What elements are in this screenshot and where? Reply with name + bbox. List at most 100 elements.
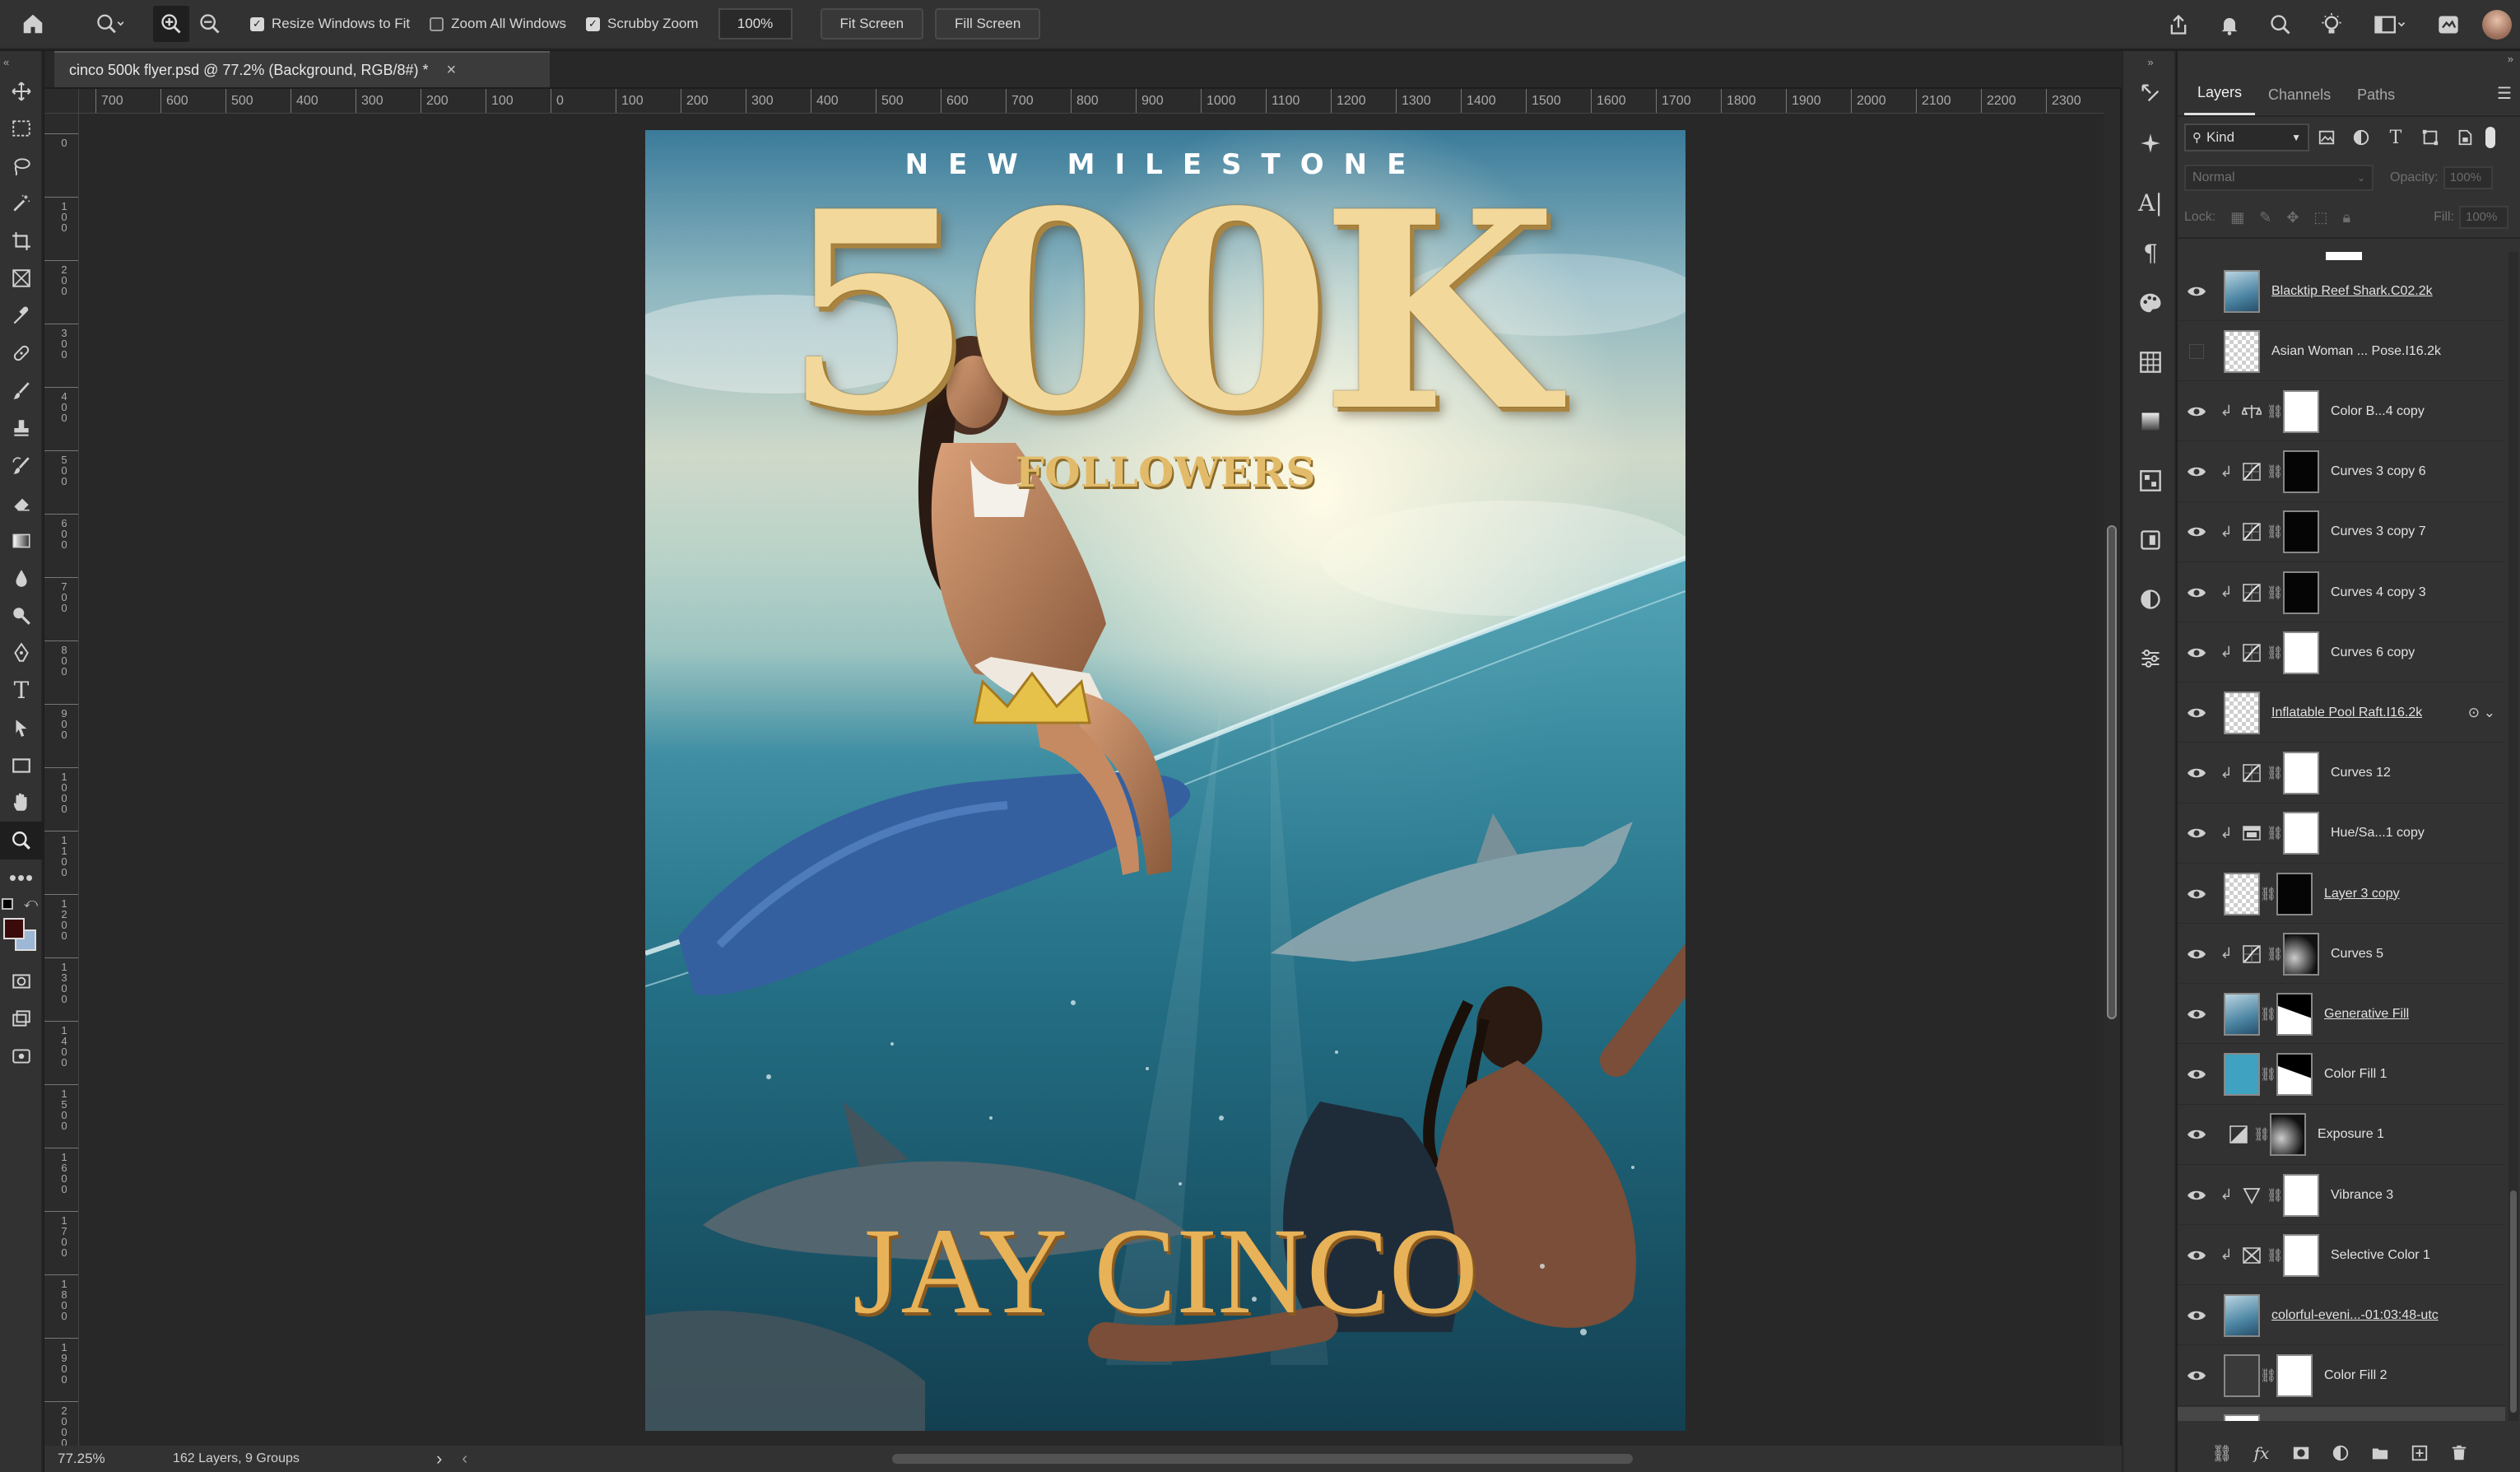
- swap-colors-icon[interactable]: ⤺: [24, 897, 38, 911]
- resize-windows-checkbox[interactable]: ✓ Resize Windows to Fit: [250, 16, 410, 32]
- layer-row[interactable]: ⛓ Color Fill 1: [2178, 1046, 2505, 1105]
- mask-link-icon[interactable]: ⛓: [2253, 1126, 2270, 1143]
- layer-mask-thumbnail[interactable]: [2283, 1173, 2319, 1217]
- marquee-tool-icon[interactable]: [0, 110, 43, 148]
- mask-link-icon[interactable]: ⛓: [2267, 645, 2283, 661]
- eye-icon[interactable]: [2178, 948, 2215, 961]
- zoom-in-icon[interactable]: [153, 6, 189, 42]
- zoom-level[interactable]: 77.25%: [44, 1451, 123, 1467]
- eye-icon[interactable]: [2178, 1369, 2215, 1382]
- mask-link-icon[interactable]: ⛓: [2267, 585, 2283, 601]
- workspace-switcher-icon[interactable]: [2357, 2, 2423, 48]
- libraries-panel-icon[interactable]: [2123, 510, 2178, 570]
- strip-collapse-icon[interactable]: »: [2123, 51, 2178, 72]
- scrubby-zoom-checkbox[interactable]: ✓ Scrubby Zoom: [586, 16, 699, 32]
- mask-link-icon[interactable]: ⛓: [2267, 1187, 2283, 1204]
- notification-bell-icon[interactable]: [2204, 2, 2255, 48]
- layer-row[interactable]: ⛓ Exposure 1: [2178, 1106, 2505, 1165]
- tab-channels[interactable]: Channels: [2255, 86, 2344, 115]
- blur-tool-icon[interactable]: [0, 560, 43, 598]
- search-icon[interactable]: [2255, 2, 2306, 48]
- eye-icon[interactable]: [2178, 1189, 2215, 1202]
- home-icon[interactable]: [10, 1, 56, 47]
- fill-screen-button[interactable]: Fill Screen: [935, 8, 1041, 40]
- properties-sliders-icon[interactable]: [2123, 629, 2178, 688]
- history-panel-icon[interactable]: [2123, 72, 2178, 114]
- layer-name[interactable]: Selective Color 1: [2331, 1248, 2430, 1263]
- eye-icon[interactable]: [2178, 887, 2215, 901]
- layer-thumbnail[interactable]: [2224, 1053, 2260, 1097]
- more-tools-icon[interactable]: •••: [0, 859, 43, 897]
- layers-scrollbar[interactable]: [2508, 252, 2518, 1421]
- new-group-icon[interactable]: [2360, 1444, 2400, 1462]
- eye-icon[interactable]: [2178, 827, 2215, 840]
- layer-row[interactable]: ↲ ⛓ Curves 12: [2178, 744, 2505, 804]
- scroll-left-arrow-icon[interactable]: ‹: [462, 1450, 467, 1469]
- healing-brush-tool-icon[interactable]: [0, 335, 43, 373]
- zoom-percent-field[interactable]: 100%: [718, 8, 793, 40]
- toolbar-collapse-icon[interactable]: «: [0, 51, 43, 72]
- layer-thumbnail[interactable]: [2224, 1354, 2260, 1398]
- character-panel-icon[interactable]: A|: [2123, 173, 2178, 232]
- layer-thumbnail[interactable]: [2224, 269, 2260, 313]
- layer-name[interactable]: Vibrance 3: [2331, 1188, 2393, 1203]
- layer-name[interactable]: Layer 3 copy: [2324, 887, 2400, 901]
- quick-mask-icon[interactable]: [0, 962, 43, 1000]
- layer-name[interactable]: Inflatable Pool Raft.I16.2k: [2271, 706, 2422, 720]
- status-menu-arrow-icon[interactable]: ›: [436, 1448, 442, 1470]
- new-adjustment-icon[interactable]: [2321, 1444, 2360, 1462]
- blend-mode-select[interactable]: Normal ⌄: [2184, 165, 2374, 191]
- lock-artboard-icon[interactable]: ⬚: [2313, 209, 2327, 226]
- layer-mask-thumbnail[interactable]: [2276, 1354, 2313, 1398]
- color-swatches[interactable]: ⤺: [0, 897, 43, 962]
- history-brush-tool-icon[interactable]: [0, 447, 43, 485]
- layer-row[interactable]: ⛓ Color Fill 2: [2178, 1347, 2505, 1406]
- gradients-panel-icon[interactable]: [2123, 392, 2178, 451]
- layer-row[interactable]: ⛓ Generative Fill: [2178, 985, 2505, 1045]
- delete-layer-icon[interactable]: [2439, 1444, 2479, 1462]
- layer-name[interactable]: Hue/Sa...1 copy: [2331, 826, 2425, 841]
- discover-lightbulb-icon[interactable]: [2306, 2, 2357, 48]
- mask-link-icon[interactable]: ⛓: [2267, 825, 2283, 841]
- link-layers-icon[interactable]: ⛓: [2202, 1443, 2242, 1464]
- layer-mask-thumbnail[interactable]: [2276, 1053, 2313, 1097]
- default-colors-icon[interactable]: [2, 898, 13, 910]
- foreground-color[interactable]: [3, 918, 25, 939]
- eye-icon[interactable]: [2178, 465, 2215, 478]
- layer-mask-thumbnail[interactable]: [2283, 812, 2319, 855]
- zoom-tool-preset-icon[interactable]: [81, 1, 138, 47]
- mask-link-icon[interactable]: ⛓: [2267, 524, 2283, 540]
- new-layer-icon[interactable]: [2400, 1444, 2439, 1462]
- eye-icon[interactable]: [2178, 1128, 2215, 1141]
- pen-tool-icon[interactable]: [0, 635, 43, 673]
- layer-name[interactable]: Color Fill 1: [2324, 1067, 2387, 1082]
- layer-name[interactable]: Color B...4 copy: [2331, 404, 2425, 419]
- layer-name[interactable]: colorful-eveni...-01:03:48-utc: [2271, 1308, 2439, 1323]
- flyer-artwork[interactable]: NEW MILESTONE 500K FOLLOWERS JAY CINCO: [645, 130, 1685, 1431]
- filter-shape-icon[interactable]: [2413, 128, 2448, 147]
- screen-mode-icon[interactable]: [0, 1000, 43, 1038]
- eyedropper-tool-icon[interactable]: [0, 297, 43, 335]
- layer-row[interactable]: Blacktip Reef Shark.C02.2k: [2178, 262, 2505, 321]
- layer-mask-thumbnail[interactable]: [2283, 1233, 2319, 1277]
- layer-thumbnail[interactable]: [2224, 1293, 2260, 1337]
- fill-field[interactable]: 100%: [2459, 206, 2508, 229]
- eye-icon[interactable]: [2178, 586, 2215, 599]
- eye-icon[interactable]: [2178, 1068, 2215, 1081]
- filter-type-icon[interactable]: T: [2378, 128, 2413, 148]
- move-tool-icon[interactable]: [0, 72, 43, 110]
- lock-position-icon[interactable]: ✥: [2286, 209, 2299, 226]
- opacity-field[interactable]: 100%: [2443, 166, 2493, 189]
- eraser-tool-icon[interactable]: [0, 485, 43, 523]
- layer-row[interactable]: ↲ ⛓ Selective Color 1: [2178, 1226, 2505, 1286]
- layer-style-fx-icon[interactable]: fx: [2242, 1443, 2281, 1463]
- layer-name[interactable]: Curves 12: [2331, 766, 2391, 780]
- eye-icon[interactable]: [2178, 1249, 2215, 1262]
- layer-name[interactable]: Exposure 1: [2318, 1127, 2384, 1142]
- eye-icon[interactable]: [2178, 1008, 2215, 1021]
- panel-menu-icon[interactable]: ☰: [2497, 83, 2512, 115]
- cloud-docs-icon[interactable]: [2423, 2, 2474, 48]
- mask-link-icon[interactable]: ⛓: [2267, 946, 2283, 962]
- layer-row[interactable]: Inflatable Pool Raft.I16.2k ⊙ ⌄: [2178, 683, 2505, 743]
- layer-row[interactable]: Asian Woman ... Pose.I16.2k: [2178, 322, 2505, 382]
